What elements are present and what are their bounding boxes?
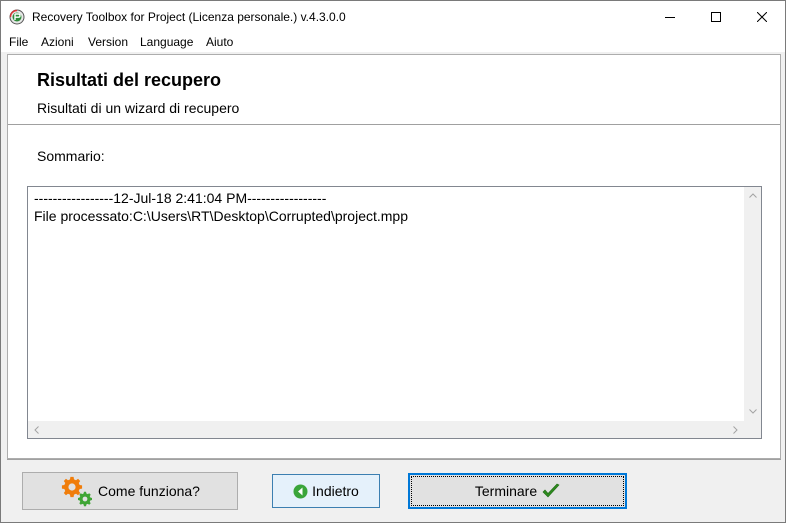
horizontal-scrollbar[interactable] (28, 421, 744, 438)
log-line: File processato:C:\Users\RT\Desktop\Corr… (34, 208, 408, 224)
menu-bar: File Azioni Version Language Aiuto (1, 32, 785, 52)
maximize-button[interactable] (693, 1, 739, 32)
page-title: Risultati del recupero (37, 70, 222, 90)
back-arrow-icon (293, 484, 308, 499)
wizard-panel: Risultati del recupero Risultati di un w… (7, 54, 781, 459)
scroll-corner (744, 420, 761, 438)
header-divider (8, 124, 780, 125)
focus-rect (411, 476, 624, 506)
vertical-scrollbar[interactable] (744, 187, 761, 420)
menu-file[interactable]: File (9, 35, 28, 49)
summary-log[interactable]: -----------------12-Jul-18 2:41:04 PM---… (27, 186, 762, 439)
close-icon (757, 11, 767, 22)
scroll-right-icon[interactable] (727, 421, 744, 438)
menu-azioni[interactable]: Azioni (41, 35, 74, 49)
back-button[interactable]: Indietro (272, 474, 380, 508)
log-line: -----------------12-Jul-18 2:41:04 PM---… (34, 190, 327, 206)
scroll-down-icon[interactable] (744, 403, 761, 420)
log-content: -----------------12-Jul-18 2:41:04 PM---… (34, 189, 408, 225)
back-label: Indietro (312, 483, 359, 499)
how-it-works-button[interactable]: Come funziona? (22, 472, 238, 510)
window-title: Recovery Toolbox for Project (Licenza pe… (32, 10, 346, 24)
scroll-up-icon[interactable] (744, 187, 761, 204)
menu-language[interactable]: Language (140, 35, 193, 49)
app-window: Recovery Toolbox for Project (Licenza pe… (0, 0, 786, 523)
footer-divider (7, 459, 781, 460)
how-it-works-label: Come funziona? (98, 483, 200, 499)
app-icon (9, 9, 25, 25)
menu-aiuto[interactable]: Aiuto (206, 35, 233, 49)
menu-version[interactable]: Version (88, 35, 128, 49)
title-bar[interactable]: Recovery Toolbox for Project (Licenza pe… (1, 1, 785, 32)
gears-icon (60, 475, 94, 507)
minimize-button[interactable] (647, 1, 693, 32)
summary-label: Sommario: (37, 148, 105, 164)
close-button[interactable] (739, 1, 785, 32)
page-subtitle: Risultati di un wizard di recupero (37, 100, 240, 116)
finish-button[interactable]: Terminare (408, 473, 627, 509)
scroll-left-icon[interactable] (28, 421, 45, 438)
minimize-icon (665, 12, 675, 22)
maximize-icon (711, 11, 721, 22)
